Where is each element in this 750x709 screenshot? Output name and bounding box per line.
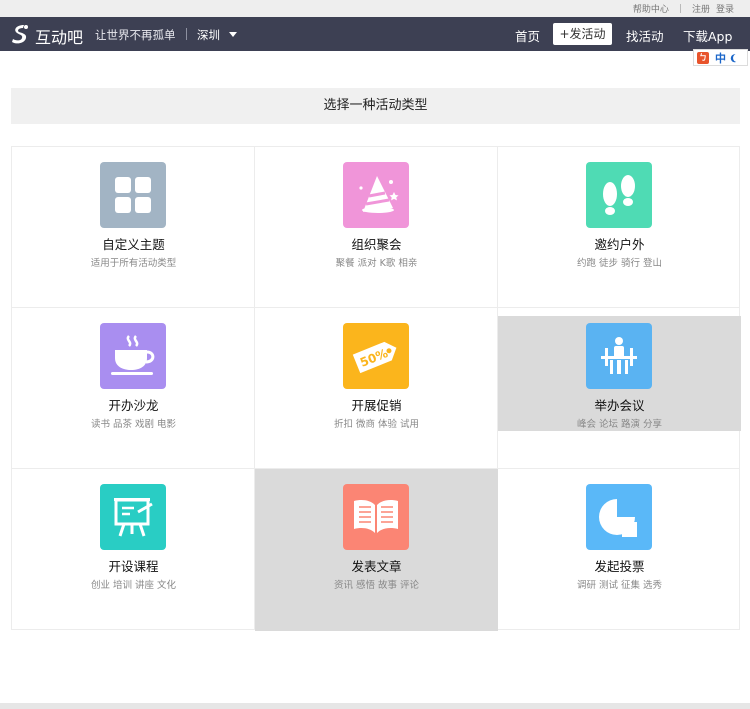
- chevron-down-icon[interactable]: [229, 32, 237, 37]
- pie-chart-icon: [586, 484, 652, 550]
- discount-tag-icon: 50%: [343, 323, 409, 389]
- category-tags: 聚餐 派对 K歌 相亲: [335, 258, 418, 269]
- category-title: 组织聚会: [351, 237, 402, 252]
- category-tags: 折扣 微商 体验 试用: [333, 419, 420, 430]
- nav-find-activity-link[interactable]: 找活动: [626, 26, 664, 45]
- ime-toolbar[interactable]: ㄅ 中: [693, 49, 748, 66]
- category-card-outdoor[interactable]: 邀约户外 约跑 徒步 骑行 登山: [498, 147, 741, 308]
- category-title: 发表文章: [351, 559, 402, 574]
- category-tags: 峰会 论坛 路演 分享: [576, 419, 663, 430]
- nav-home-link[interactable]: 首页: [515, 26, 540, 45]
- ime-mode-label[interactable]: 中: [715, 50, 726, 66]
- footprints-icon: [586, 162, 652, 228]
- top-links-separator: |: [678, 3, 682, 14]
- help-center-link[interactable]: 帮助中心: [633, 2, 669, 15]
- post-activity-button[interactable]: +发活动: [553, 23, 612, 45]
- category-title: 开展促销: [351, 398, 402, 413]
- category-title: 自定义主题: [102, 237, 165, 252]
- footer-strip: [0, 703, 750, 709]
- category-card-salon[interactable]: 开办沙龙 读书 品茶 戏剧 电影: [12, 308, 255, 469]
- register-link[interactable]: 注册: [692, 2, 710, 15]
- category-tags: 创业 培训 讲座 文化: [90, 580, 177, 591]
- brand-slogan: 让世界不再孤单: [95, 28, 176, 42]
- login-link[interactable]: 登录: [716, 2, 734, 15]
- category-tags: 适用于所有活动类型: [90, 258, 177, 269]
- category-tags: 读书 品茶 戏剧 电影: [90, 419, 177, 430]
- logo-icon[interactable]: [9, 23, 31, 45]
- category-card-custom[interactable]: 自定义主题 适用于所有活动类型: [12, 147, 255, 308]
- open-book-icon: [343, 484, 409, 550]
- four-squares-icon: [100, 162, 166, 228]
- category-card-party[interactable]: 组织聚会 聚餐 派对 K歌 相亲: [255, 147, 498, 308]
- category-title: 发起投票: [594, 559, 645, 574]
- top-utility-bar: 帮助中心 | 注册 登录: [0, 0, 750, 17]
- coffee-cup-icon: [100, 323, 166, 389]
- category-card-vote[interactable]: 发起投票 调研 测试 征集 选秀: [498, 469, 741, 630]
- category-title: 开办沙龙: [108, 398, 159, 413]
- category-title: 开设课程: [108, 559, 159, 574]
- nav-download-app-link[interactable]: 下载App: [683, 26, 732, 45]
- party-hat-icon: [343, 162, 409, 228]
- top-links: 帮助中心 | 注册 登录: [633, 2, 734, 16]
- category-card-article[interactable]: 发表文章 资讯 感悟 故事 评论: [255, 469, 498, 631]
- meeting-icon: [586, 323, 652, 389]
- category-tags: 资讯 感悟 故事 评论: [333, 580, 420, 591]
- category-title: 举办会议: [594, 398, 645, 413]
- category-card-meeting[interactable]: 举办会议 峰会 论坛 路演 分享: [498, 316, 741, 431]
- moon-icon[interactable]: [732, 52, 742, 62]
- page-title: 选择一种活动类型: [11, 88, 740, 124]
- category-title: 邀约户外: [594, 237, 645, 252]
- category-card-course[interactable]: 开设课程 创业 培训 讲座 文化: [12, 469, 255, 630]
- ime-logo-icon: ㄅ: [697, 51, 709, 64]
- category-tags: 调研 测试 征集 选秀: [576, 580, 663, 591]
- category-tags: 约跑 徒步 骑行 登山: [576, 258, 663, 269]
- main-navbar: 互动吧 让世界不再孤单 深圳 首页 +发活动 找活动 下载App: [0, 17, 750, 51]
- navbar-divider: [186, 28, 187, 40]
- easel-icon: [100, 484, 166, 550]
- city-selector[interactable]: 深圳: [197, 27, 220, 43]
- category-card-promotion[interactable]: 50% 开展促销 折扣 微商 体验 试用: [255, 308, 498, 469]
- activity-type-grid: 自定义主题 适用于所有活动类型 组织聚会 聚餐 派对 K歌 相亲 邀约户外 约跑…: [11, 146, 741, 631]
- brand-name[interactable]: 互动吧: [35, 24, 83, 48]
